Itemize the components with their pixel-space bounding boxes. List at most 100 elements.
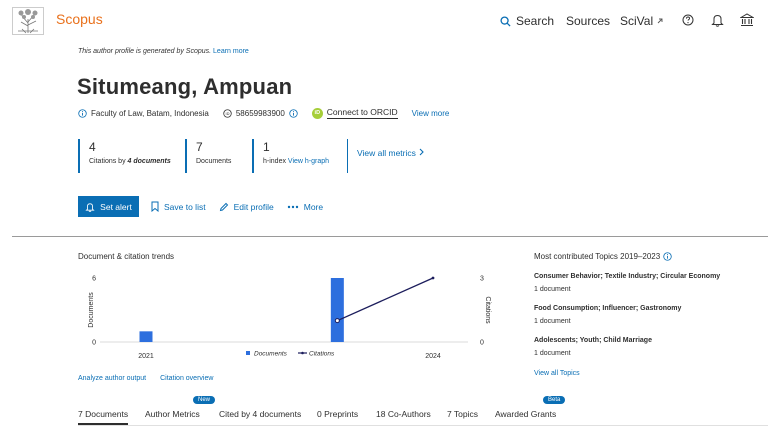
trend-links: Analyze author output Citation overview bbox=[78, 375, 213, 382]
tab-cited-by[interactable]: Cited by 4 documents bbox=[219, 409, 301, 419]
documents-bar bbox=[330, 278, 344, 342]
documents-bar bbox=[139, 331, 153, 342]
view-h-graph-link[interactable]: View h-graph bbox=[288, 158, 329, 165]
chart-legend: Documents Citations bbox=[246, 351, 335, 358]
metrics-row: 4 Citations by 4 documents 7 Documents 1… bbox=[78, 139, 425, 173]
topics-panel: Most contributed Topics 2019–2023 Consum… bbox=[534, 252, 764, 377]
set-alert-button[interactable]: Set alert bbox=[78, 196, 139, 217]
scopus-id: ID 58659983900 bbox=[223, 109, 298, 118]
view-all-metrics-link[interactable]: View all metrics bbox=[347, 139, 425, 173]
hindex-value: 1 bbox=[263, 140, 270, 154]
new-badge: New bbox=[193, 396, 216, 404]
info-icon bbox=[78, 108, 87, 118]
tab-co-authors[interactable]: 18 Co-Authors bbox=[376, 409, 431, 419]
topic-item: Food Consumption; Influencer; Gastronomy… bbox=[534, 305, 764, 325]
left-axis-label: Documents bbox=[88, 292, 95, 328]
view-all-topics-link[interactable]: View all Topics bbox=[534, 370, 764, 377]
metric-citations: 4 Citations by 4 documents bbox=[78, 139, 185, 173]
id-icon: ID bbox=[223, 108, 232, 118]
hindex-label-text: h-index bbox=[263, 158, 286, 165]
citations-line bbox=[337, 277, 434, 322]
section-divider bbox=[12, 236, 768, 237]
x-tick-label: 2021 bbox=[138, 353, 154, 360]
info-icon[interactable] bbox=[289, 108, 298, 118]
learn-more-link[interactable]: Learn more bbox=[213, 48, 249, 55]
external-link-icon bbox=[658, 18, 663, 24]
more-label: More bbox=[303, 201, 324, 212]
topics-title-text: Most contributed Topics 2019–2023 bbox=[534, 252, 661, 261]
legend-documents-swatch bbox=[246, 351, 250, 355]
affiliation-text: Faculty of Law, Batam, Indonesia bbox=[91, 108, 209, 118]
tab-awarded-grants[interactable]: Awarded Grants Beta bbox=[495, 396, 566, 419]
left-tick-label: 0 bbox=[92, 340, 96, 347]
topic-name: Adolescents; Youth; Child Marriage bbox=[534, 337, 652, 344]
citation-overview-link[interactable]: Citation overview bbox=[160, 375, 213, 382]
tabs-baseline bbox=[78, 425, 768, 426]
scopus-id-text: 58659983900 bbox=[235, 108, 285, 118]
view-all-metrics-label: View all metrics bbox=[357, 148, 416, 158]
legend-citations-label: Citations bbox=[309, 351, 335, 358]
trends-title: Document & citation trends bbox=[78, 252, 175, 261]
citations-point bbox=[334, 318, 340, 324]
citations-point bbox=[431, 276, 435, 280]
analyze-author-output-link[interactable]: Analyze author output bbox=[78, 375, 146, 382]
nav-scival[interactable]: SciVal bbox=[620, 14, 664, 28]
citations-label: Citations by 4 documents bbox=[89, 158, 185, 165]
nav-sources[interactable]: Sources bbox=[566, 14, 610, 28]
tab-author-metrics[interactable]: Author Metrics New bbox=[145, 396, 216, 419]
search-icon bbox=[500, 15, 511, 27]
x-tick-label: 2024 bbox=[425, 353, 441, 360]
save-to-list-label: Save to list bbox=[164, 201, 206, 212]
save-to-list-button[interactable]: Save to list bbox=[151, 201, 206, 212]
hindex-label: h-index View h-graph bbox=[263, 158, 347, 165]
chevron-right-icon bbox=[419, 148, 425, 156]
more-dots-icon bbox=[287, 205, 298, 208]
tab-documents[interactable]: 7 Documents bbox=[78, 409, 129, 425]
profile-notice: This author profile is generated by Scop… bbox=[78, 48, 249, 55]
topic-item: Consumer Behavior; Textile Industry; Cir… bbox=[534, 273, 764, 293]
edit-profile-label: Edit profile bbox=[233, 201, 274, 212]
legend-documents-label: Documents bbox=[254, 351, 288, 358]
author-meta-row: Faculty of Law, Batam, Indonesia ID 5865… bbox=[78, 106, 449, 120]
help-icon[interactable] bbox=[682, 14, 694, 26]
trend-chart: Documents Citations 6 0 3 0 2021 2024 Documen… bbox=[88, 276, 491, 361]
orcid-icon: iD bbox=[311, 107, 323, 119]
bell-icon[interactable] bbox=[711, 13, 724, 27]
bookmark-icon bbox=[151, 201, 159, 212]
edit-profile-button[interactable]: Edit profile bbox=[219, 202, 274, 212]
bell-icon bbox=[85, 202, 95, 212]
topic-count: 1 document bbox=[534, 318, 571, 325]
nav-search-label: Search bbox=[516, 14, 555, 28]
nav-scival-label: SciVal bbox=[620, 14, 654, 28]
top-header: Scopus Search Sources SciVal bbox=[0, 0, 768, 40]
tab-awarded-grants-label: Awarded Grants bbox=[495, 409, 557, 419]
info-icon[interactable] bbox=[663, 252, 672, 261]
institution-icon[interactable] bbox=[740, 13, 754, 27]
profile-notice-text: This author profile is generated by Scop… bbox=[78, 48, 212, 55]
view-more-link[interactable]: View more bbox=[412, 109, 450, 118]
right-axis-label: Citations bbox=[484, 296, 491, 324]
connect-orcid[interactable]: iD Connect to ORCID bbox=[311, 107, 398, 119]
author-name: Situmeang, Ampuan bbox=[77, 74, 293, 99]
pencil-icon bbox=[219, 202, 228, 211]
citations-label-text: Citations by bbox=[89, 158, 126, 165]
tab-preprints[interactable]: 0 Preprints bbox=[317, 409, 358, 419]
beta-badge: Beta bbox=[543, 396, 566, 404]
right-tick-label: 3 bbox=[480, 276, 484, 283]
legend-citations-point bbox=[301, 351, 304, 355]
citations-by-documents: 4 documents bbox=[127, 158, 171, 165]
topic-count: 1 document bbox=[534, 286, 571, 293]
right-tick-label: 0 bbox=[480, 340, 484, 347]
left-tick-label: 6 bbox=[92, 276, 96, 283]
nav-search[interactable]: Search bbox=[500, 14, 554, 28]
more-button[interactable]: More bbox=[287, 202, 323, 212]
metric-hindex: 1 h-index View h-graph bbox=[252, 139, 347, 173]
connect-orcid-label: Connect to ORCID bbox=[326, 107, 398, 119]
topic-name: Consumer Behavior; Textile Industry; Cir… bbox=[534, 273, 721, 280]
tab-topics[interactable]: 7 Topics bbox=[447, 409, 478, 419]
topic-item: Adolescents; Youth; Child Marriage 1 doc… bbox=[534, 337, 764, 357]
svg-text:ID: ID bbox=[225, 111, 229, 115]
topics-title: Most contributed Topics 2019–2023 bbox=[534, 252, 764, 261]
elsevier-tree-icon[interactable] bbox=[12, 7, 44, 35]
scopus-brand[interactable]: Scopus bbox=[56, 11, 103, 27]
